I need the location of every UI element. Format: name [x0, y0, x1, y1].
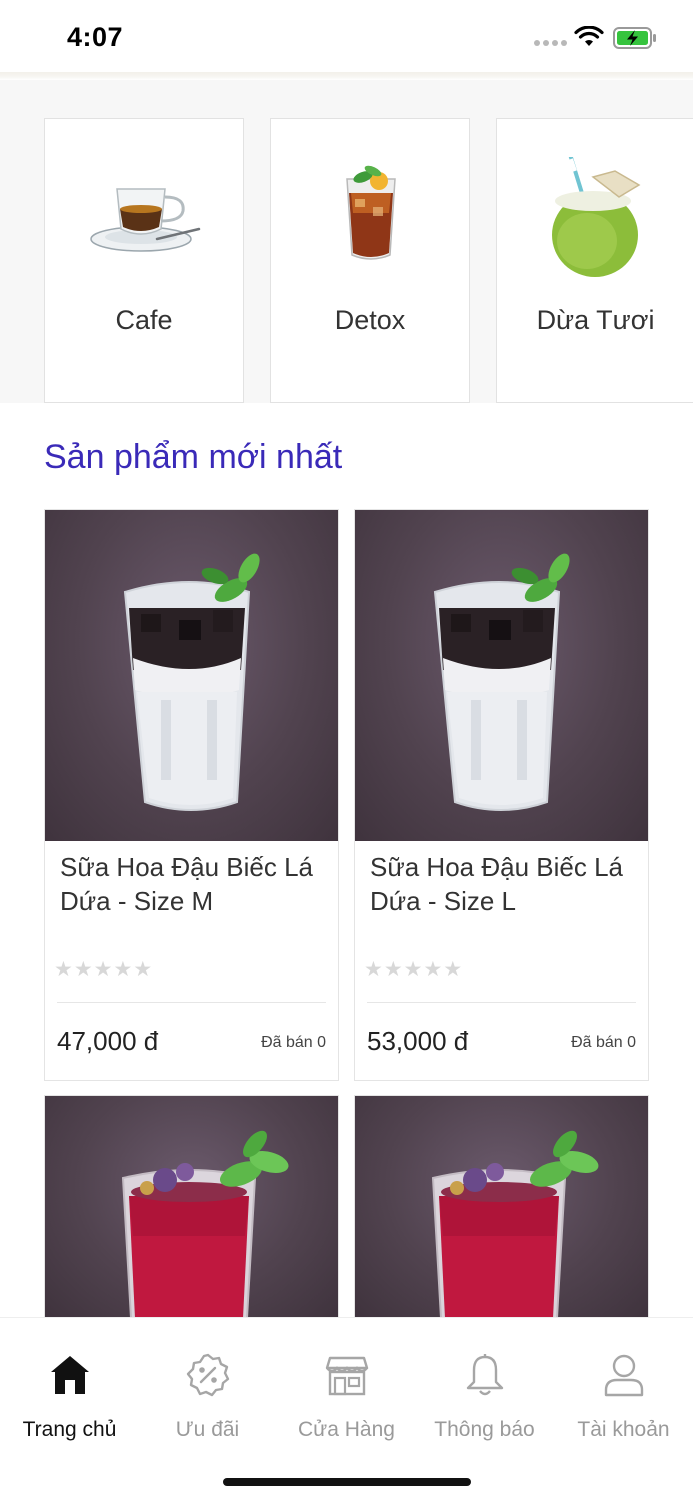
star-icon: ★ [383, 958, 403, 981]
status-time: 4:07 [67, 22, 124, 52]
category-card-coconut[interactable]: Dừa Tươi [496, 118, 693, 403]
star-icon: ★ [443, 958, 463, 981]
tab-label: Cửa Hàng [298, 1418, 395, 1441]
star-icon: ★ [73, 958, 93, 981]
tab-label: Trang chủ [22, 1418, 117, 1441]
star-icon: ★ [54, 958, 73, 981]
category-label: Dừa Tươi [536, 305, 655, 335]
home-icon [50, 1356, 89, 1394]
star-icon: ★ [113, 958, 133, 981]
rating-stars: ★ ★ ★ ★ ★ [54, 958, 152, 982]
sold-count: Đã bán 0 [261, 1034, 326, 1051]
tab-promotions[interactable]: Ưu đãi [138, 1352, 277, 1452]
product-image [45, 510, 338, 841]
header-banner-edge [0, 72, 693, 80]
product-card[interactable] [354, 1095, 649, 1318]
product-card[interactable]: Sữa Hoa Đậu Biếc Lá Dứa - Size L ★ ★ ★ ★… [354, 509, 649, 1081]
status-bar: 4:07 [0, 0, 693, 72]
product-price: 53,000 đ [367, 1026, 469, 1056]
category-label: Cafe [115, 305, 173, 335]
star-icon: ★ [364, 958, 383, 981]
divider [57, 1002, 326, 1003]
star-icon: ★ [93, 958, 113, 981]
tab-store[interactable]: Cửa Hàng [277, 1352, 416, 1452]
category-card-detox[interactable]: Detox [270, 118, 470, 403]
product-image [355, 1096, 648, 1318]
cellular-signal-icon [534, 40, 567, 46]
wifi-icon [574, 26, 604, 46]
tab-home[interactable]: Trang chủ [0, 1352, 139, 1452]
bell-icon [466, 1354, 503, 1396]
sold-count: Đã bán 0 [571, 1034, 636, 1051]
store-icon [325, 1356, 368, 1396]
iced-tea-image [346, 165, 396, 260]
star-icon: ★ [423, 958, 443, 981]
bottom-tab-bar: Trang chủ Ưu đãi Cửa Hàng Thông báo Tài … [0, 1317, 693, 1500]
coconut-image [552, 157, 641, 277]
category-card-cafe[interactable]: Cafe [44, 118, 244, 403]
home-indicator[interactable] [223, 1478, 471, 1486]
user-icon [604, 1354, 643, 1397]
divider [367, 1002, 636, 1003]
category-carousel[interactable]: Cafe Detox Dừa Tươi [0, 80, 693, 403]
category-label: Detox [334, 305, 406, 335]
tab-notifications[interactable]: Thông báo [415, 1352, 554, 1452]
tab-label: Tài khoản [577, 1418, 670, 1441]
product-card[interactable]: Sữa Hoa Đậu Biếc Lá Dứa - Size M ★ ★ ★ ★… [44, 509, 339, 1081]
section-title-newest-products: Sản phẩm mới nhất [44, 438, 343, 476]
rating-stars: ★ ★ ★ ★ ★ [364, 958, 462, 982]
product-card[interactable] [44, 1095, 339, 1318]
star-icon: ★ [403, 958, 423, 981]
tab-account[interactable]: Tài khoản [554, 1352, 693, 1452]
product-price: 47,000 đ [57, 1026, 159, 1056]
product-name: Sữa Hoa Đậu Biếc Lá Dứa - Size L [370, 852, 623, 916]
battery-charging-icon [613, 27, 656, 49]
discount-badge-icon [186, 1353, 229, 1397]
product-image [355, 510, 648, 841]
coffee-cup-image [90, 188, 201, 252]
product-name: Sữa Hoa Đậu Biếc Lá Dứa - Size M [60, 852, 313, 916]
tab-label: Ưu đãi [175, 1418, 240, 1441]
star-icon: ★ [133, 958, 153, 981]
product-image [45, 1096, 338, 1318]
tab-label: Thông báo [434, 1418, 535, 1441]
